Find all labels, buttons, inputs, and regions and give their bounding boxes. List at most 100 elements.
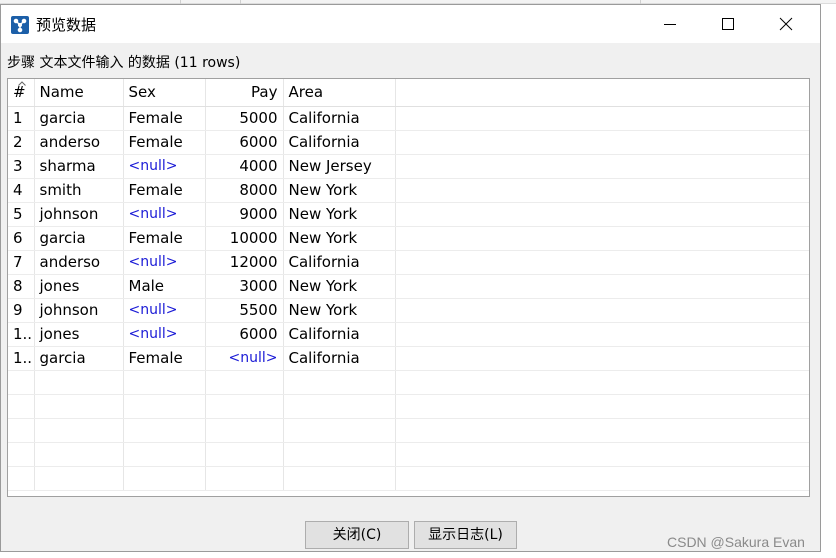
window-title: 预览数据 [36,16,97,34]
cell-filler [395,202,809,227]
table-row[interactable]: 6 garcia Female 10000 New York [8,226,809,251]
cell-index[interactable]: 9 [8,298,35,323]
cell-filler [395,178,809,203]
cell-index[interactable]: 3 [8,154,35,179]
cell-pay[interactable]: 4000 [205,154,284,179]
cell-area[interactable]: California [283,106,396,131]
cell-pay[interactable]: 5000 [205,106,284,131]
cell-area[interactable]: New York [283,178,396,203]
empty-cell [8,466,35,491]
column-header-name[interactable]: Name [34,79,124,107]
cell-name[interactable]: anderso [34,130,124,155]
cell-name[interactable]: garcia [34,226,124,251]
preview-caption: 步骤 文本文件输入 的数据 (11 rows) [7,55,241,71]
maximize-button[interactable] [699,5,757,43]
cell-area[interactable]: New Jersey [283,154,396,179]
empty-row [8,418,809,443]
cell-area[interactable]: California [283,130,396,155]
table-row[interactable]: 7 anderso <null> 12000 California [8,250,809,275]
close-window-button[interactable] [757,5,815,43]
cell-name[interactable]: garcia [34,106,124,131]
empty-cell [34,394,124,419]
cell-name[interactable]: jones [34,322,124,347]
empty-cell [283,418,396,443]
cell-name[interactable]: sharma [34,154,124,179]
sort-caret-icon [18,81,26,86]
title-bar: 预览数据 [1,5,820,43]
cell-area[interactable]: California [283,322,396,347]
cell-index[interactable]: 8 [8,274,35,299]
close-icon [779,17,793,31]
cell-sex[interactable]: Female [123,178,206,203]
table-row[interactable]: 1.. garcia Female <null> California [8,346,809,371]
cell-area[interactable]: New York [283,202,396,227]
empty-cell [8,418,35,443]
cell-pay[interactable]: 12000 [205,250,284,275]
table-row[interactable]: 8 jones Male 3000 New York [8,274,809,299]
table-row[interactable]: 9 johnson <null> 5500 New York [8,298,809,323]
empty-cell [123,418,206,443]
cell-index[interactable]: 1.. [8,322,35,347]
cell-pay[interactable]: 10000 [205,226,284,251]
cell-sex[interactable]: Female [123,346,206,371]
cell-filler [395,346,809,371]
cell-index[interactable]: 1.. [8,346,35,371]
cell-index[interactable]: 6 [8,226,35,251]
cell-area[interactable]: New York [283,274,396,299]
cell-sex[interactable]: <null> [123,322,206,347]
data-grid[interactable]: # Name Sex Pay Area 1 garcia Female 5000 Cal… [7,78,810,497]
minimize-button[interactable] [641,5,699,43]
cell-sex[interactable]: <null> [123,250,206,275]
cell-index[interactable]: 2 [8,130,35,155]
empty-cell [8,370,35,395]
cell-sex[interactable]: Female [123,106,206,131]
cell-area[interactable]: California [283,346,396,371]
cell-pay[interactable]: <null> [205,346,284,371]
preview-dialog: 预览数据 步骤 文本文件输入 的数据 (11 rows) # Name Sex … [0,4,821,552]
cell-filler [395,154,809,179]
cell-area[interactable]: New York [283,226,396,251]
cell-area[interactable]: New York [283,298,396,323]
column-header-sex[interactable]: Sex [123,79,206,107]
table-row[interactable]: 4 smith Female 8000 New York [8,178,809,203]
cell-sex[interactable]: <null> [123,202,206,227]
cell-index[interactable]: 5 [8,202,35,227]
cell-index[interactable]: 7 [8,250,35,275]
empty-cell [123,370,206,395]
cell-filler [395,226,809,251]
cell-pay[interactable]: 3000 [205,274,284,299]
cell-sex[interactable]: Female [123,226,206,251]
cell-area[interactable]: California [283,250,396,275]
cell-sex[interactable]: Female [123,130,206,155]
cell-pay[interactable]: 6000 [205,130,284,155]
cell-sex[interactable]: Male [123,274,206,299]
empty-cell [205,370,284,395]
cell-index[interactable]: 1 [8,106,35,131]
column-header-index[interactable]: # [8,79,35,107]
cell-sex[interactable]: <null> [123,298,206,323]
table-row[interactable]: 1.. jones <null> 6000 California [8,322,809,347]
close-button[interactable]: 关闭(C) [305,521,409,549]
cell-pay[interactable]: 9000 [205,202,284,227]
cell-filler [395,250,809,275]
cell-name[interactable]: johnson [34,202,124,227]
table-row[interactable]: 1 garcia Female 5000 California [8,106,809,131]
cell-name[interactable]: jones [34,274,124,299]
show-log-button[interactable]: 显示日志(L) [414,521,517,549]
cell-name[interactable]: smith [34,178,124,203]
cell-index[interactable]: 4 [8,178,35,203]
table-row[interactable]: 3 sharma <null> 4000 New Jersey [8,154,809,179]
cell-sex[interactable]: <null> [123,154,206,179]
column-header-pay[interactable]: Pay [205,79,284,107]
table-row[interactable]: 5 johnson <null> 9000 New York [8,202,809,227]
cell-name[interactable]: johnson [34,298,124,323]
cell-name[interactable]: garcia [34,346,124,371]
table-row[interactable]: 2 anderso Female 6000 California [8,130,809,155]
cell-filler [395,130,809,155]
cell-name[interactable]: anderso [34,250,124,275]
empty-cell [283,370,396,395]
cell-pay[interactable]: 6000 [205,322,284,347]
cell-pay[interactable]: 5500 [205,298,284,323]
column-header-area[interactable]: Area [283,79,396,107]
cell-pay[interactable]: 8000 [205,178,284,203]
